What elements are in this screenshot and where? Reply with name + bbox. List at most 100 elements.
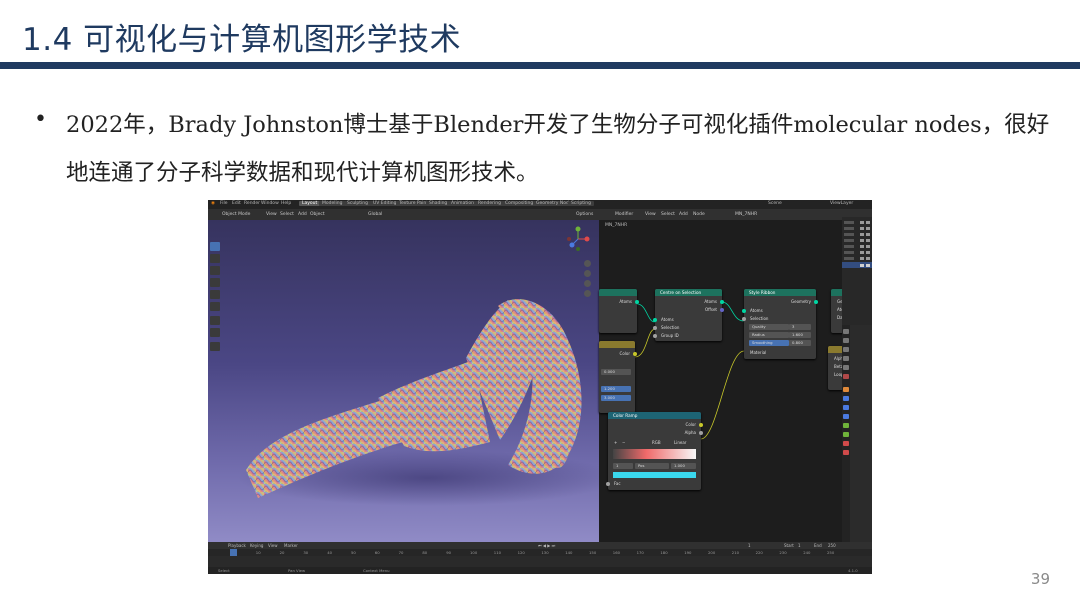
viewport-menu-view[interactable]: View [266,212,277,217]
node-partial-left-top[interactable]: Atoms [599,289,639,333]
constraints-tab-icon[interactable] [843,423,849,428]
value-field-c[interactable]: 3.000 [601,395,631,401]
data-tab-icon[interactable] [843,432,849,437]
render-tab-icon[interactable] [843,338,849,343]
socket-selection-in[interactable] [742,317,746,321]
menu-help[interactable]: Help [281,201,291,206]
blender-top-bar: ◉ File Edit Render Window Help Layout Mo… [208,200,872,209]
socket-geometry-out[interactable] [814,300,818,304]
field-quality-label[interactable]: Quality [749,324,789,330]
value-field-a[interactable]: 0.000 [601,369,631,375]
output-color: Color [685,422,696,427]
timeline-playhead[interactable] [230,549,237,556]
input-selection: Selection [750,316,769,321]
tab-rendering[interactable]: Rendering [475,201,504,206]
object-tab-icon[interactable] [843,387,849,392]
viewport-options[interactable]: Options [576,212,593,217]
socket-alpha-out[interactable] [699,431,703,435]
field-quality-value[interactable]: 3 [789,324,811,330]
value-field-b[interactable]: 1.200 [601,386,631,392]
node-style-ribbon[interactable]: Style Ribbon Geometry Atoms Selection Qu… [742,289,818,359]
particles-tab-icon[interactable] [843,405,849,410]
transform-orientation-dropdown[interactable]: Global [368,212,382,217]
remove-stop-icon[interactable]: − [622,440,625,445]
socket-fac-in[interactable] [606,482,610,486]
texture-tab-icon[interactable] [843,450,849,455]
socket-atoms-in[interactable] [653,318,657,322]
end-frame-field[interactable]: 250 [828,543,836,548]
node-centre-on-selection[interactable]: Centre on Selection Atoms Offset Atoms S… [653,289,724,341]
timeline-tick-label: 40 [327,550,333,555]
menu-render[interactable]: Render [244,201,260,206]
output-offset: Offset [704,307,717,312]
field-radius-label[interactable]: Radius [749,332,789,338]
timeline-menu-playback[interactable]: Playback [228,543,246,548]
page-number: 39 [1030,570,1050,588]
socket-selection-in[interactable] [653,326,657,330]
viewport-menu-select[interactable]: Select [280,212,294,217]
material-tab-icon[interactable] [843,441,849,446]
field-radius-value[interactable]: 1.600 [789,332,811,338]
menu-edit[interactable]: Edit [232,201,241,206]
object-mode-dropdown[interactable]: Object Mode [222,212,250,217]
view-layer-selector[interactable]: ViewLayer [830,201,853,206]
stop-position-value[interactable]: 1.000 [671,463,696,469]
tab-shading[interactable]: Shading [426,201,451,206]
output-color: Color [619,351,630,356]
tab-scripting[interactable]: Scripting [568,201,595,206]
timeline-tick-label: 210 [731,550,740,555]
timeline-tick-label: 220 [755,550,763,555]
start-frame-field[interactable]: 1 [798,543,801,548]
add-stop-icon[interactable]: + [614,440,617,445]
timeline-ruler[interactable]: 1102030405060708090100110120130140150160… [208,549,872,556]
node-partial-left-bottom[interactable]: Color 0.000 1.200 3.000 [599,341,637,413]
field-smoothing-label[interactable]: Smoothing [749,340,789,346]
socket-atoms-out[interactable] [635,300,639,304]
stop-position-label[interactable]: Pos [635,463,669,469]
tab-layout[interactable]: Layout [299,201,321,206]
tab-modeling[interactable]: Modeling [319,201,346,206]
tab-sculpting[interactable]: Sculpting [344,201,372,206]
stop-index-field[interactable]: 1 [613,463,633,469]
color-ramp-gradient[interactable] [613,449,696,459]
tab-compositing[interactable]: Compositing [502,201,537,206]
physics-tab-icon[interactable] [843,414,849,419]
timeline-tick-label: 130 [541,550,549,555]
world-tab-icon[interactable] [843,374,849,379]
properties-panel[interactable] [842,325,872,542]
timeline-menu-keying[interactable]: Keying [250,543,263,548]
scene-tab-icon[interactable] [843,365,849,370]
viewport-menu-object[interactable]: Object [310,212,325,217]
timeline-tick-label: 100 [470,550,478,555]
stop-color-swatch[interactable] [613,472,696,478]
bullet-marker: • [34,107,47,132]
node-color-ramp[interactable]: Color Ramp Color Alpha + − RGB Linear 1 … [606,412,703,490]
3d-viewport[interactable] [208,220,599,542]
socket-atoms-in[interactable] [742,309,746,313]
socket-offset-out[interactable] [720,308,724,312]
menu-window[interactable]: Window [261,201,279,206]
socket-atoms-out[interactable] [720,300,724,304]
timeline[interactable]: Playback Keying View Marker ⏮ ◀ ▶ ⏭ 1 St… [208,542,872,574]
current-frame-field[interactable]: 1 [748,543,751,548]
socket-group-id-in[interactable] [653,334,657,338]
timeline-menu-view[interactable]: View [268,543,278,548]
timeline-tick-label: 120 [517,550,525,555]
timeline-menu-marker[interactable]: Marker [284,543,298,548]
view-layer-tab-icon[interactable] [843,356,849,361]
color-mode-dropdown[interactable]: RGB [652,440,661,445]
socket-color-out[interactable] [699,423,703,427]
menu-file[interactable]: File [220,201,228,206]
scene-selector[interactable]: Scene [768,201,782,206]
outliner[interactable] [842,209,872,325]
modifier-tab-icon[interactable] [843,396,849,401]
viewport-menu-add[interactable]: Add [298,212,307,217]
interpolation-dropdown[interactable]: Linear [674,440,686,445]
socket-color-out[interactable] [633,352,637,356]
tab-animation[interactable]: Animation [448,201,477,206]
node-editor[interactable]: Modifier View Select Add Node MN_7NHR MN… [599,209,857,542]
tool-tab-icon[interactable] [843,329,849,334]
output-tab-icon[interactable] [843,347,849,352]
field-smoothing-value[interactable]: 0.800 [789,340,811,346]
play-controls-icon[interactable]: ⏮ ◀ ▶ ⏭ [538,543,555,548]
